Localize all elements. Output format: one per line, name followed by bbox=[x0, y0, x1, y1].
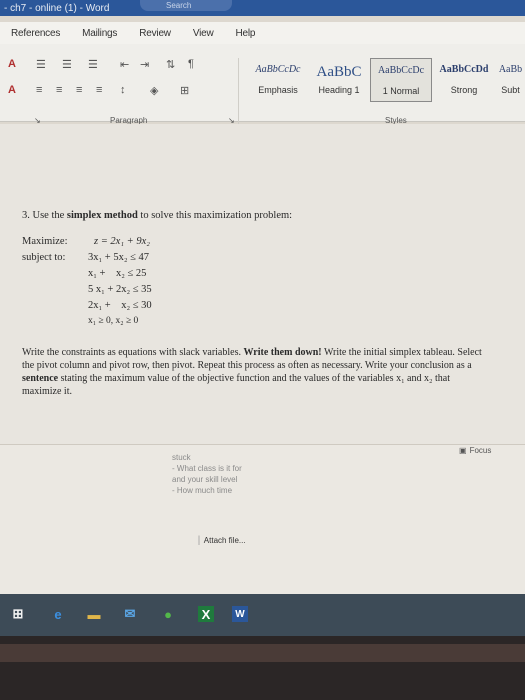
line-spacing-icon[interactable]: ↕ bbox=[120, 84, 126, 96]
style-strong[interactable]: AaBbCcDd Strong bbox=[434, 58, 494, 102]
attach-file-label: Attach file... bbox=[203, 536, 246, 545]
question-text-end: to solve this maximization problem: bbox=[137, 210, 293, 221]
shading-icon[interactable]: ◈ bbox=[150, 84, 158, 97]
focus-icon: ▣ bbox=[459, 446, 467, 455]
question-emphasis: simplex method bbox=[66, 210, 138, 221]
bullets-icon[interactable]: ☰ bbox=[36, 58, 46, 71]
question-number: 3. bbox=[22, 210, 30, 221]
instructions-paragraph: Write the constraints as equations with … bbox=[22, 346, 484, 398]
constraint-2: x₁ + x₂ ≤ 25 bbox=[88, 268, 147, 279]
align-left-icon[interactable]: ≡ bbox=[36, 84, 42, 96]
excel-icon[interactable]: X bbox=[198, 606, 214, 622]
focus-button[interactable]: ▣ Focus bbox=[459, 446, 491, 455]
question-text: Use the bbox=[32, 210, 67, 221]
style-normal[interactable]: AaBbCcDc 1 Normal bbox=[370, 58, 432, 102]
ribbon-divider bbox=[238, 58, 239, 124]
style-sample: AaBb bbox=[498, 64, 523, 75]
maximize-label: Maximize: bbox=[22, 236, 68, 247]
tab-view[interactable]: View bbox=[182, 28, 225, 39]
bezel-reflection bbox=[0, 644, 525, 662]
reply-line: - How much time bbox=[172, 486, 233, 495]
instructions-bold: sentence bbox=[22, 373, 59, 384]
justify-icon[interactable]: ≡ bbox=[96, 84, 102, 96]
constraint-1: 3x₁ + 5x₂ ≤ 47 bbox=[88, 252, 150, 263]
reply-line: and your skill level bbox=[172, 475, 238, 484]
question-heading: 3. Use the simplex method to solve this … bbox=[22, 210, 292, 221]
search-label: Search bbox=[166, 1, 192, 10]
title-bar: - ch7 - online (1) - Word Search bbox=[0, 0, 525, 16]
search-box[interactable]: Search bbox=[140, 0, 232, 11]
taskbar bbox=[0, 594, 525, 636]
style-name: Emphasis bbox=[258, 85, 298, 95]
style-sample: AaBbCcDc bbox=[377, 65, 425, 76]
borders-icon[interactable]: ⊞ bbox=[180, 84, 189, 97]
style-sample: AaBbCcDd bbox=[439, 64, 489, 75]
instructions-bold: Write them down! bbox=[243, 347, 322, 358]
tab-review[interactable]: Review bbox=[128, 28, 182, 39]
constraint-3: 5 x₁ + 2x₂ ≤ 35 bbox=[88, 284, 152, 295]
style-subtitle[interactable]: AaBb Subt bbox=[496, 58, 525, 102]
objective-function: z = 2x₁ + 9x₂ bbox=[94, 236, 150, 247]
mail-icon[interactable]: ✉ bbox=[122, 606, 138, 622]
file-explorer-icon[interactable]: ▬ bbox=[86, 606, 102, 622]
increase-indent-icon[interactable]: ⇥ bbox=[140, 58, 149, 71]
edge-browser-icon[interactable]: e bbox=[50, 606, 66, 622]
tab-help[interactable]: Help bbox=[225, 28, 267, 39]
style-name: Heading 1 bbox=[318, 85, 360, 95]
reply-line: - What class is it for bbox=[172, 464, 242, 473]
style-sample: AaBbC bbox=[316, 64, 362, 80]
focus-label: Focus bbox=[469, 446, 492, 455]
font-color-icon[interactable]: A bbox=[8, 58, 16, 70]
align-right-icon[interactable]: ≡ bbox=[76, 84, 82, 96]
tab-references[interactable]: References bbox=[0, 28, 71, 39]
style-name: Subt bbox=[501, 85, 520, 95]
ribbon-tabs: References Mailings Review View Help bbox=[0, 22, 525, 44]
tab-mailings[interactable]: Mailings bbox=[71, 28, 128, 39]
style-emphasis[interactable]: AaBbCcDc Emphasis bbox=[246, 58, 310, 102]
word-icon[interactable]: W bbox=[232, 606, 248, 622]
multilevel-list-icon[interactable]: ☰ bbox=[88, 58, 98, 71]
decrease-indent-icon[interactable]: ⇤ bbox=[120, 58, 129, 71]
style-name: Strong bbox=[450, 85, 478, 95]
paperclip-icon: ⎪ bbox=[196, 536, 202, 545]
style-sample: AaBbCcDc bbox=[255, 64, 301, 75]
pilcrow-icon[interactable]: ¶ bbox=[188, 58, 194, 70]
numbering-icon[interactable]: ☰ bbox=[62, 58, 72, 71]
subject-to-label: subject to: bbox=[22, 252, 66, 263]
highlight-color-icon[interactable]: A bbox=[8, 84, 16, 96]
window-title: - ch7 - online (1) - Word bbox=[4, 2, 110, 14]
reply-line: stuck bbox=[172, 453, 191, 462]
reply-textbox[interactable]: stuck - What class is it for and your sk… bbox=[172, 452, 292, 496]
instructions-text: Write the constraints as equations with … bbox=[22, 347, 244, 358]
nonnegativity-constraint: x₁ ≥ 0, x₂ ≥ 0 bbox=[88, 316, 139, 326]
style-heading-1[interactable]: AaBbC Heading 1 bbox=[310, 58, 368, 102]
constraint-4: 2x₁ + x₂ ≤ 30 bbox=[88, 300, 152, 311]
instructions-text: stating the maximum value of the objecti… bbox=[22, 373, 450, 397]
attach-file-button[interactable]: ⎪ Attach file... bbox=[196, 536, 246, 545]
sort-icon[interactable]: ⇅ bbox=[166, 58, 175, 71]
chrome-icon[interactable]: ● bbox=[160, 606, 176, 622]
windows-start-icon[interactable]: ⊞ bbox=[10, 606, 26, 622]
style-name: 1 Normal bbox=[382, 86, 420, 96]
align-center-icon[interactable]: ≡ bbox=[56, 84, 62, 96]
